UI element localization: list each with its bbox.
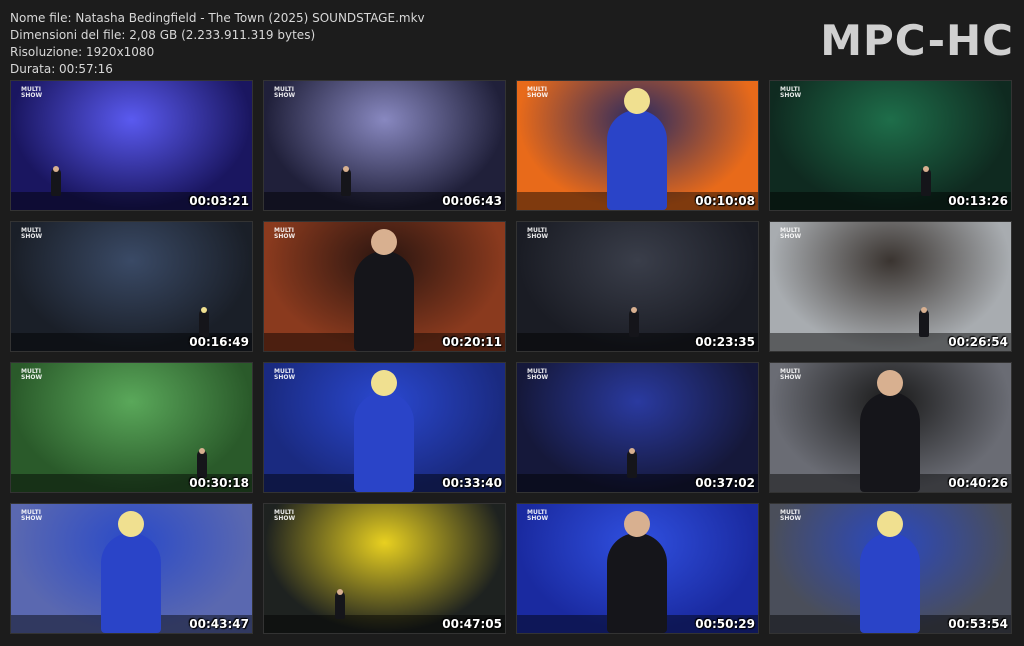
channel-watermark: MULTI SHOW — [780, 227, 802, 240]
thumbnail-timestamp: 00:16:49 — [189, 335, 249, 349]
performer-head — [624, 88, 650, 114]
channel-watermark: MULTI SHOW — [780, 86, 802, 99]
video-thumbnail: MULTI SHOW 00:03:21 — [10, 80, 253, 211]
thumbnail-frame — [770, 222, 1011, 351]
performer-head — [118, 511, 144, 537]
thumbnail-timestamp: 00:53:54 — [948, 617, 1008, 631]
thumbnail-timestamp: 00:40:26 — [948, 476, 1008, 490]
thumbnail-timestamp: 00:47:05 — [442, 617, 502, 631]
video-thumbnail: MULTI SHOW 00:20:11 — [263, 221, 506, 352]
video-thumbnail: MULTI SHOW 00:43:47 — [10, 503, 253, 634]
performer-head — [337, 589, 343, 595]
performer-head — [877, 511, 903, 537]
performer-head — [629, 448, 635, 454]
thumbnail-timestamp: 00:10:08 — [695, 194, 755, 208]
performer-head — [199, 448, 205, 454]
channel-watermark: MULTI SHOW — [527, 227, 549, 240]
thumbnail-timestamp: 00:30:18 — [189, 476, 249, 490]
file-name-line: Nome file: Natasha Bedingfield - The Tow… — [10, 11, 425, 25]
channel-watermark: MULTI SHOW — [274, 86, 296, 99]
channel-watermark: MULTI SHOW — [21, 509, 43, 522]
performer-head — [921, 307, 927, 313]
app-logo: MPC-HC — [820, 16, 1014, 65]
video-thumbnail: MULTI SHOW 00:40:26 — [769, 362, 1012, 493]
performer-figure — [607, 110, 667, 210]
channel-watermark: MULTI SHOW — [21, 86, 43, 99]
thumbnail-timestamp: 00:43:47 — [189, 617, 249, 631]
channel-watermark: MULTI SHOW — [527, 86, 549, 99]
channel-watermark: MULTI SHOW — [780, 368, 802, 381]
video-thumbnail: MULTI SHOW 00:47:05 — [263, 503, 506, 634]
performer-head — [624, 511, 650, 537]
performer-head — [201, 307, 207, 313]
performer-figure — [101, 533, 161, 633]
thumbnail-grid: MULTI SHOW 00:03:21 MULTI SHOW 00:06:43 MULT… — [10, 80, 1014, 636]
performer-figure — [919, 309, 929, 337]
thumbnail-timestamp: 00:33:40 — [442, 476, 502, 490]
thumbnail-frame — [770, 81, 1011, 210]
thumbnail-frame — [11, 363, 252, 492]
performer-figure — [860, 533, 920, 633]
video-thumbnail: MULTI SHOW 00:33:40 — [263, 362, 506, 493]
channel-watermark: MULTI SHOW — [780, 509, 802, 522]
performer-head — [343, 166, 349, 172]
channel-watermark: MULTI SHOW — [274, 368, 296, 381]
duration-line: Durata: 00:57:16 — [10, 62, 113, 76]
performer-figure — [627, 450, 637, 478]
performer-head — [53, 166, 59, 172]
thumbnail-timestamp: 00:06:43 — [442, 194, 502, 208]
performer-figure — [51, 168, 61, 196]
thumbnail-frame — [11, 222, 252, 351]
performer-figure — [607, 533, 667, 633]
performer-head — [371, 370, 397, 396]
video-thumbnail: MULTI SHOW 00:26:54 — [769, 221, 1012, 352]
video-thumbnail: MULTI SHOW 00:13:26 — [769, 80, 1012, 211]
video-thumbnail: MULTI SHOW 00:53:54 — [769, 503, 1012, 634]
video-thumbnail: MULTI SHOW 00:10:08 — [516, 80, 759, 211]
video-thumbnail: MULTI SHOW 00:37:02 — [516, 362, 759, 493]
file-size-line: Dimensioni del file: 2,08 GB (2.233.911.… — [10, 28, 316, 42]
performer-head — [923, 166, 929, 172]
thumbnail-frame — [517, 363, 758, 492]
video-thumbnail: MULTI SHOW 00:30:18 — [10, 362, 253, 493]
thumbnail-frame — [264, 81, 505, 210]
channel-watermark: MULTI SHOW — [527, 368, 549, 381]
video-thumbnail: MULTI SHOW 00:50:29 — [516, 503, 759, 634]
video-thumbnail: MULTI SHOW 00:06:43 — [263, 80, 506, 211]
thumbnail-timestamp: 00:26:54 — [948, 335, 1008, 349]
performer-figure — [354, 251, 414, 351]
performer-head — [371, 229, 397, 255]
performer-figure — [354, 392, 414, 492]
channel-watermark: MULTI SHOW — [21, 227, 43, 240]
thumbnail-timestamp: 00:23:35 — [695, 335, 755, 349]
performer-head — [631, 307, 637, 313]
performer-figure — [341, 168, 351, 196]
channel-watermark: MULTI SHOW — [274, 227, 296, 240]
performer-figure — [629, 309, 639, 337]
performer-figure — [921, 168, 931, 196]
thumbnail-timestamp: 00:03:21 — [189, 194, 249, 208]
thumbnail-frame — [11, 81, 252, 210]
thumbnail-frame — [264, 504, 505, 633]
thumbnail-timestamp: 00:50:29 — [695, 617, 755, 631]
channel-watermark: MULTI SHOW — [274, 509, 296, 522]
video-thumbnail: MULTI SHOW 00:23:35 — [516, 221, 759, 352]
file-info-panel: Nome file: Natasha Bedingfield - The Tow… — [10, 10, 425, 78]
thumbnail-timestamp: 00:37:02 — [695, 476, 755, 490]
performer-figure — [199, 309, 209, 337]
resolution-line: Risoluzione: 1920x1080 — [10, 45, 155, 59]
thumbnail-timestamp: 00:20:11 — [442, 335, 502, 349]
channel-watermark: MULTI SHOW — [21, 368, 43, 381]
performer-figure — [335, 591, 345, 619]
video-thumbnail: MULTI SHOW 00:16:49 — [10, 221, 253, 352]
performer-head — [877, 370, 903, 396]
performer-figure — [860, 392, 920, 492]
channel-watermark: MULTI SHOW — [527, 509, 549, 522]
thumbnail-timestamp: 00:13:26 — [948, 194, 1008, 208]
performer-figure — [197, 450, 207, 478]
